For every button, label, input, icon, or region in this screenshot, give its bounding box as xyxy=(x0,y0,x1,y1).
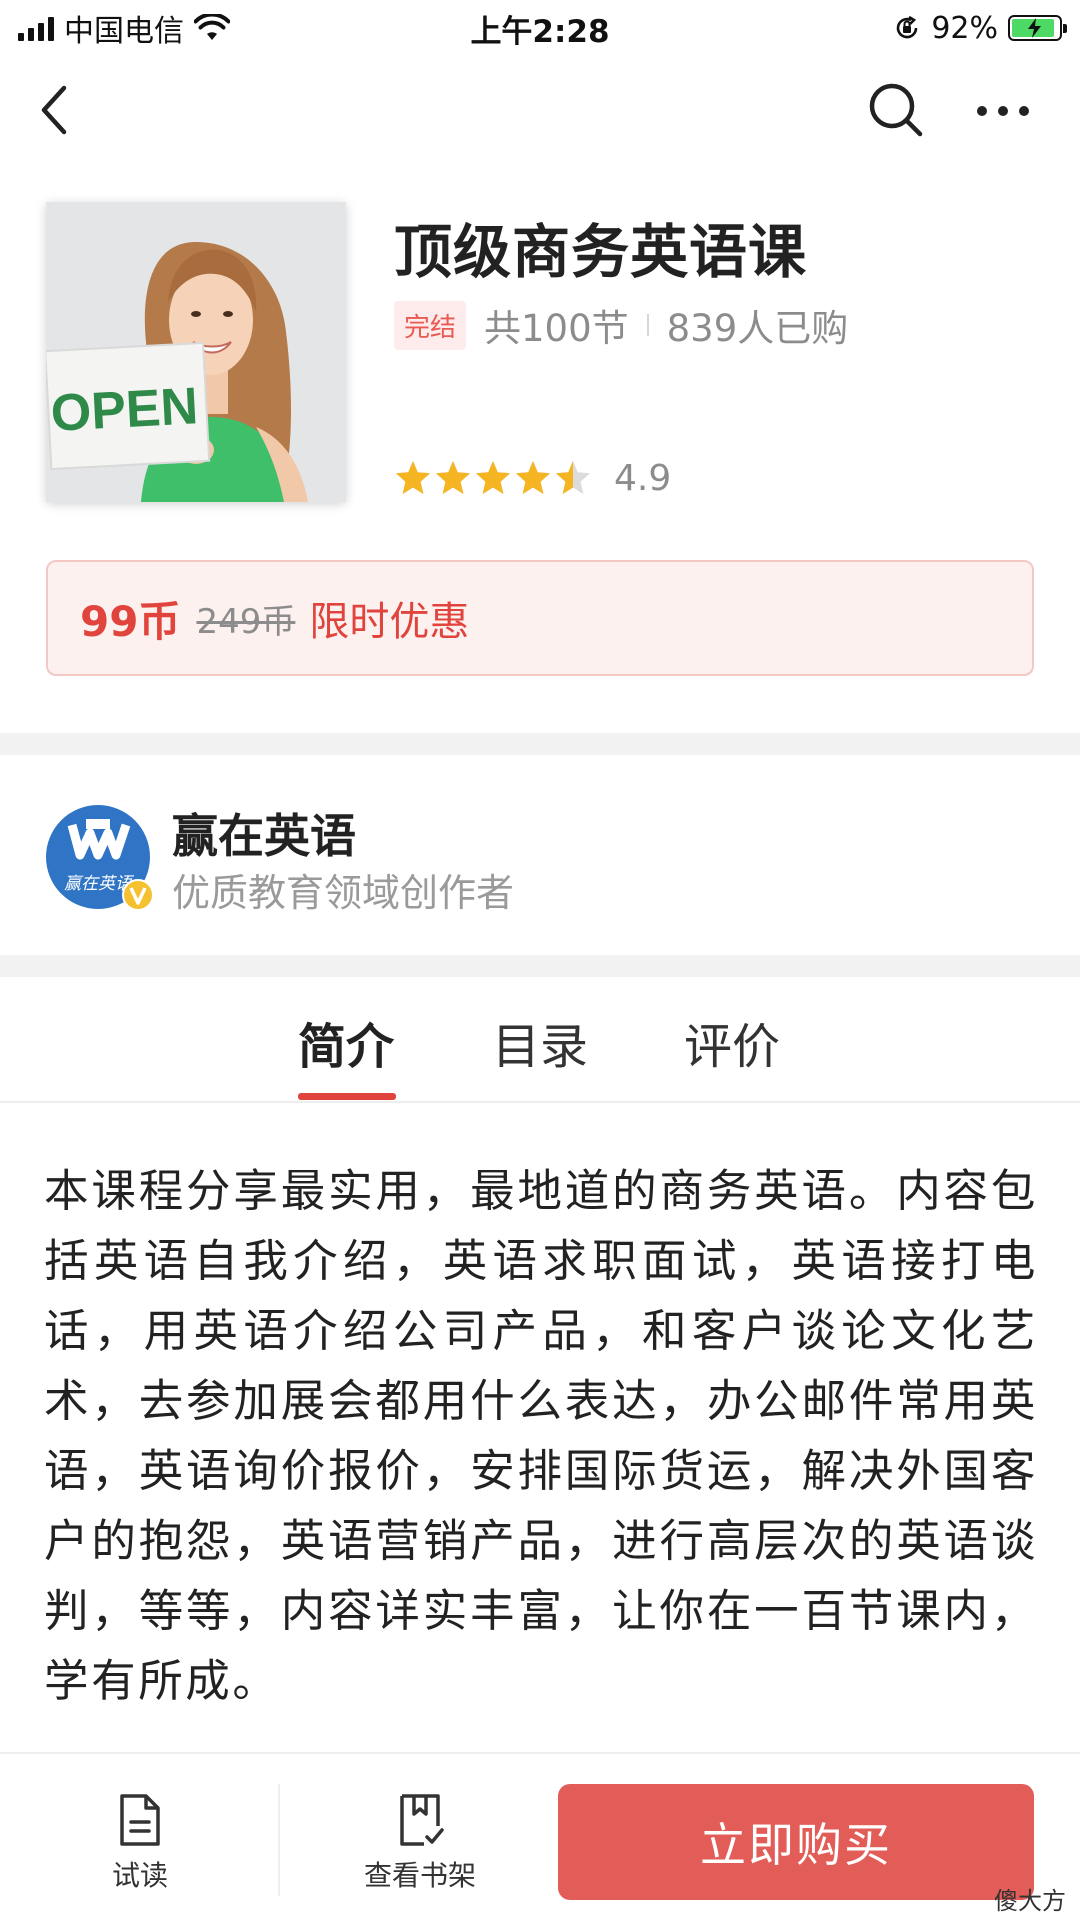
promo-label: 限时优惠 xyxy=(309,599,470,645)
back-icon[interactable] xyxy=(28,80,88,140)
author-avatar[interactable]: 赢在英语 xyxy=(46,805,154,911)
original-price: 249币 xyxy=(196,601,296,642)
star-rating xyxy=(394,459,592,497)
tab-reviews[interactable]: 评价 xyxy=(684,1007,780,1077)
bottom-bar-divider xyxy=(278,1784,280,1896)
verified-icon xyxy=(122,879,154,911)
trial-read-button[interactable]: 试读 xyxy=(90,1754,190,1920)
current-price: 99币 xyxy=(80,596,181,646)
watermark: 傻大方 xyxy=(994,1887,1066,1915)
star-icon xyxy=(515,460,551,495)
battery-icon xyxy=(1008,15,1067,41)
course-title: 顶级商务英语课 xyxy=(394,218,808,286)
lesson-count: 共100节 xyxy=(484,307,629,350)
more-icon[interactable] xyxy=(968,78,1038,142)
document-icon xyxy=(120,1794,160,1846)
course-cover-image: OPEN xyxy=(46,202,346,502)
buy-now-button[interactable]: 立即购买 xyxy=(558,1784,1034,1900)
course-meta: 完结 共100节 839人已购 xyxy=(394,300,848,350)
star-icon xyxy=(555,460,591,495)
status-bar: 中国电信 上午2:28 92% xyxy=(0,0,1080,54)
cover-sign-text: OPEN xyxy=(49,377,199,443)
cover-illustration: OPEN xyxy=(46,202,346,502)
rotation-lock-icon xyxy=(897,15,918,39)
price-box: 99币 249币 限时优惠 xyxy=(46,560,1034,676)
tab-bar: 简介 目录 评价 xyxy=(0,977,1080,1103)
course-description: 本课程分享最实用，最地道的商务英语。内容包括英语自我介绍，英语求职面试，英语接打… xyxy=(44,1166,1038,1707)
author-subtitle: 优质教育领域创作者 xyxy=(172,871,515,915)
rating: 4.9 xyxy=(394,455,671,501)
tab-intro[interactable]: 简介 xyxy=(298,1007,394,1077)
author-name[interactable]: 赢在英语 xyxy=(172,800,356,866)
star-icon xyxy=(475,460,511,495)
star-icon xyxy=(435,460,471,495)
active-tab-indicator xyxy=(298,1093,396,1100)
buyer-count: 839人已购 xyxy=(666,307,849,350)
bookshelf-icon xyxy=(400,1794,444,1846)
meta-divider xyxy=(646,314,649,336)
rating-value: 4.9 xyxy=(614,457,672,499)
view-bookshelf-label: 查看书架 xyxy=(363,1859,476,1892)
battery-percent: 92% xyxy=(931,10,998,46)
status-badge: 完结 xyxy=(394,300,467,350)
section-divider xyxy=(0,955,1080,977)
search-icon[interactable] xyxy=(864,78,928,142)
view-bookshelf-button[interactable]: 查看书架 xyxy=(350,1754,490,1920)
section-divider xyxy=(0,733,1080,755)
status-bar-right: 92% xyxy=(893,8,1067,48)
bottom-action-bar: 试读 查看书架 立即购买 傻大方 xyxy=(0,1752,1080,1920)
trial-read-label: 试读 xyxy=(111,1859,168,1892)
tab-catalog[interactable]: 目录 xyxy=(492,1007,588,1077)
charging-bolt-icon xyxy=(1028,18,1041,38)
star-icon xyxy=(395,460,431,495)
nav-bar xyxy=(0,60,1080,160)
